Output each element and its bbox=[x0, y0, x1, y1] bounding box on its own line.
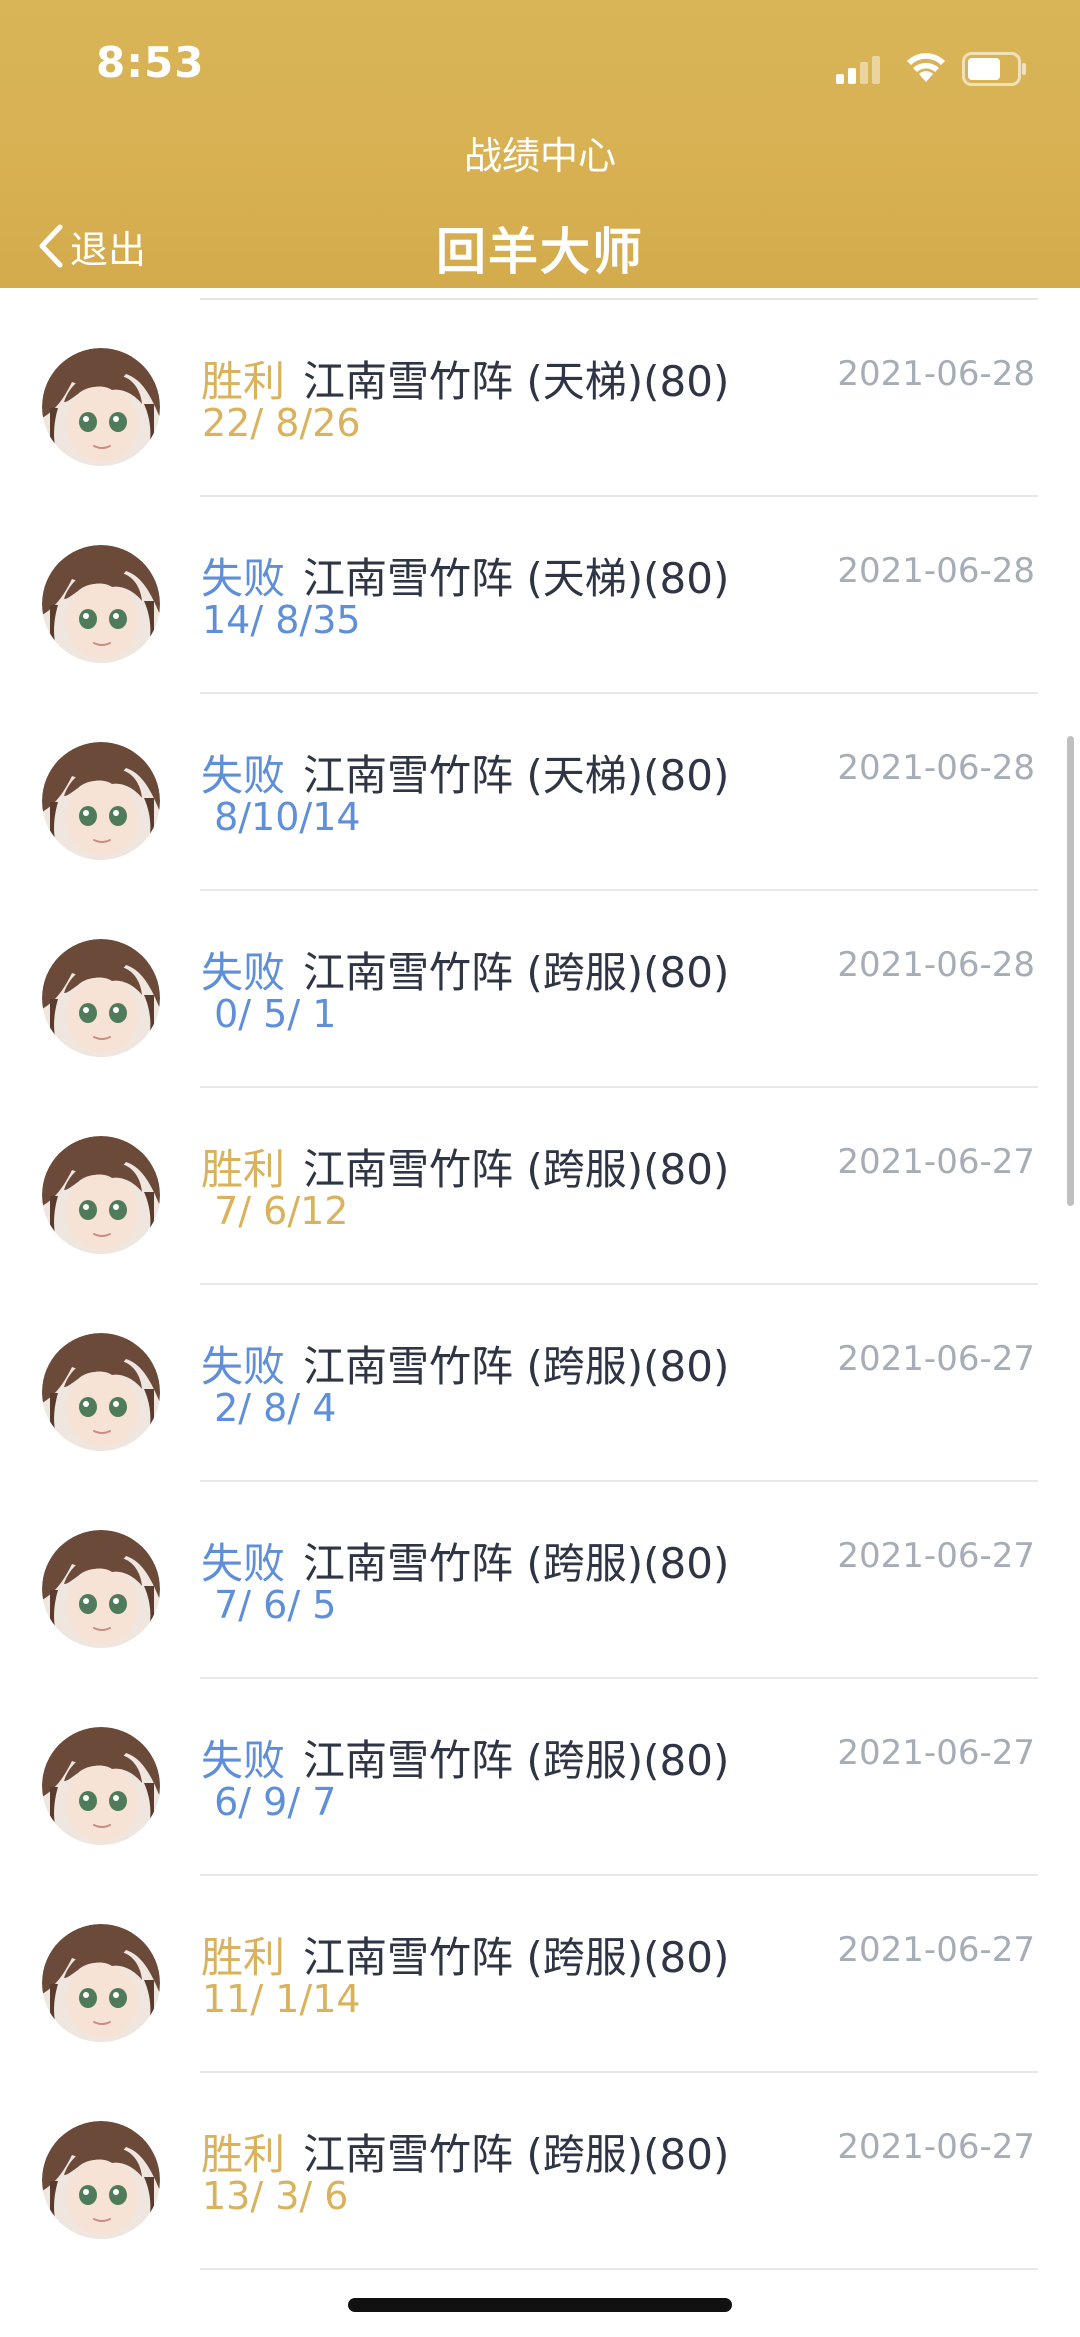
match-result: 胜利 bbox=[201, 1145, 286, 1194]
status-time: 8:53 bbox=[96, 38, 205, 87]
match-date: 2021-06-27 bbox=[837, 1536, 1035, 1576]
match-kda: 11/ 1/14 bbox=[202, 1977, 361, 2021]
match-mode: 江南雪竹阵 (跨服)(80) bbox=[303, 1145, 730, 1194]
match-mode: 江南雪竹阵 (天梯)(80) bbox=[303, 751, 730, 800]
page-title: 回羊大师 bbox=[436, 223, 644, 281]
match-kda: 22/ 8/26 bbox=[202, 401, 361, 445]
match-mode: 江南雪竹阵 (天梯)(80) bbox=[303, 554, 730, 603]
match-result: 失败 bbox=[201, 1736, 286, 1785]
match-result: 胜利 bbox=[201, 1933, 286, 1982]
match-date: 2021-06-27 bbox=[837, 1930, 1035, 1970]
match-mode: 江南雪竹阵 (跨服)(80) bbox=[303, 2130, 730, 2179]
status-bar: 8:53 bbox=[0, 0, 1080, 130]
cellular-signal-icon bbox=[836, 56, 880, 84]
home-indicator[interactable] bbox=[348, 2298, 732, 2312]
player-avatar bbox=[42, 1727, 160, 1845]
player-avatar bbox=[42, 545, 160, 663]
page: 8:53 战绩中心 退出 回羊大师 胜利 江南雪竹阵 (天梯)(80) 22/ … bbox=[0, 0, 1080, 2337]
match-result: 失败 bbox=[201, 554, 286, 603]
match-date: 2021-06-28 bbox=[837, 945, 1035, 985]
match-date: 2021-06-27 bbox=[837, 1733, 1035, 1773]
match-record-list[interactable]: 胜利 江南雪竹阵 (天梯)(80) 22/ 8/26 2021-06-28 失败 江南雪… bbox=[0, 288, 1080, 2337]
player-avatar bbox=[42, 1924, 160, 2042]
match-record-row[interactable]: 失败 江南雪竹阵 (跨服)(80) 0/ 5/ 1 2021-06-28 bbox=[0, 891, 1080, 1088]
match-mode: 江南雪竹阵 (跨服)(80) bbox=[303, 1736, 730, 1785]
match-mode: 江南雪竹阵 (跨服)(80) bbox=[303, 948, 730, 997]
match-mode: 江南雪竹阵 (跨服)(80) bbox=[303, 1342, 730, 1391]
match-date: 2021-06-27 bbox=[837, 1339, 1035, 1379]
wifi-icon bbox=[907, 53, 945, 82]
match-kda: 7/ 6/12 bbox=[202, 1189, 349, 1233]
match-result: 胜利 bbox=[201, 357, 286, 406]
match-result: 失败 bbox=[201, 1539, 286, 1588]
player-avatar bbox=[42, 742, 160, 860]
player-avatar bbox=[42, 348, 160, 466]
match-date: 2021-06-28 bbox=[837, 354, 1035, 394]
header: 8:53 战绩中心 退出 回羊大师 bbox=[0, 0, 1080, 288]
match-record-row[interactable]: 胜利 江南雪竹阵 (天梯)(80) 22/ 8/26 2021-06-28 bbox=[0, 300, 1080, 497]
match-mode: 江南雪竹阵 (跨服)(80) bbox=[303, 1539, 730, 1588]
match-date: 2021-06-28 bbox=[837, 551, 1035, 591]
match-kda: 0/ 5/ 1 bbox=[202, 992, 337, 1036]
match-mode: 江南雪竹阵 (跨服)(80) bbox=[303, 1933, 730, 1982]
match-kda: 13/ 3/ 6 bbox=[202, 2174, 349, 2218]
player-avatar bbox=[42, 1333, 160, 1451]
player-avatar bbox=[42, 939, 160, 1057]
player-avatar bbox=[42, 1530, 160, 1648]
match-record-row[interactable]: 胜利 江南雪竹阵 (跨服)(80) 7/ 6/12 2021-06-27 bbox=[0, 1088, 1080, 1285]
player-avatar bbox=[42, 1136, 160, 1254]
row-divider bbox=[200, 2268, 1038, 2270]
match-kda: 7/ 6/ 5 bbox=[202, 1583, 337, 1627]
match-date: 2021-06-28 bbox=[837, 748, 1035, 788]
match-kda: 2/ 8/ 4 bbox=[202, 1386, 337, 1430]
match-result: 胜利 bbox=[201, 2130, 286, 2179]
match-record-row[interactable]: 胜利 江南雪竹阵 (跨服)(80) 11/ 1/14 2021-06-27 bbox=[0, 1876, 1080, 2073]
match-kda: 6/ 9/ 7 bbox=[202, 1780, 337, 1824]
match-record-row[interactable]: 失败 江南雪竹阵 (跨服)(80) 7/ 6/ 5 2021-06-27 bbox=[0, 1482, 1080, 1679]
match-mode: 江南雪竹阵 (天梯)(80) bbox=[303, 357, 730, 406]
match-result: 失败 bbox=[201, 1342, 286, 1391]
match-record-row[interactable]: 失败 江南雪竹阵 (天梯)(80) 14/ 8/35 2021-06-28 bbox=[0, 497, 1080, 694]
match-record-row[interactable]: 失败 江南雪竹阵 (跨服)(80) 2/ 8/ 4 2021-06-27 bbox=[0, 1285, 1080, 1482]
header-subtitle: 战绩中心 bbox=[463, 134, 616, 178]
match-record-row[interactable]: 失败 江南雪竹阵 (跨服)(80) 6/ 9/ 7 2021-06-27 bbox=[0, 1679, 1080, 1876]
match-date: 2021-06-27 bbox=[837, 1142, 1035, 1182]
match-date: 2021-06-27 bbox=[837, 2127, 1035, 2167]
battery-icon bbox=[962, 52, 1026, 86]
match-kda: 14/ 8/35 bbox=[202, 598, 361, 642]
match-record-row[interactable]: 胜利 江南雪竹阵 (跨服)(80) 13/ 3/ 6 2021-06-27 bbox=[0, 2073, 1080, 2270]
match-kda: 8/10/14 bbox=[202, 795, 361, 839]
match-result: 失败 bbox=[201, 751, 286, 800]
scrollbar[interactable] bbox=[1067, 736, 1074, 1206]
player-avatar bbox=[42, 2121, 160, 2239]
match-record-row[interactable]: 失败 江南雪竹阵 (天梯)(80) 8/10/14 2021-06-28 bbox=[0, 694, 1080, 891]
match-result: 失败 bbox=[201, 948, 286, 997]
